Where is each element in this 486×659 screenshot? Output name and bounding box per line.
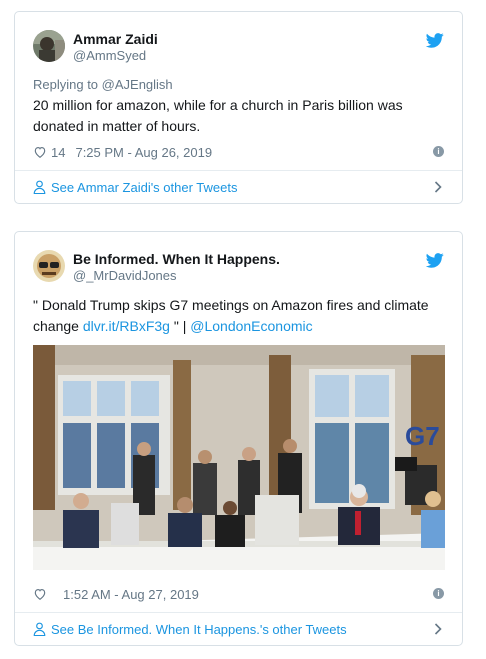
heart-icon[interactable] bbox=[33, 587, 47, 601]
photo-scene: G7 bbox=[33, 345, 445, 570]
like-count[interactable]: 14 bbox=[51, 145, 65, 160]
chevron-right-icon[interactable] bbox=[434, 623, 442, 635]
tweet-meta: 1:52 AM - Aug 27, 2019 i bbox=[33, 585, 444, 603]
tweet-text: 20 million for amazon, while for a churc… bbox=[33, 97, 403, 134]
avatar[interactable] bbox=[33, 250, 65, 282]
other-tweets-label[interactable]: See Be Informed. When It Happens.'s othe… bbox=[51, 622, 347, 637]
tweet-card-1: Ammar Zaidi @AmmSyed Replying to @AJEngl… bbox=[14, 11, 463, 204]
heart-icon[interactable] bbox=[33, 145, 47, 159]
person-icon bbox=[33, 622, 46, 636]
other-tweets-label[interactable]: See Ammar Zaidi's other Tweets bbox=[51, 180, 238, 195]
avatar-image bbox=[33, 30, 65, 62]
tweet-card-2: Be Informed. When It Happens. @_MrDavidJ… bbox=[14, 231, 463, 646]
replying-to-link[interactable]: @AJEnglish bbox=[102, 77, 173, 92]
replying-prefix: Replying to bbox=[33, 77, 102, 92]
timestamp[interactable]: 1:52 AM - Aug 27, 2019 bbox=[63, 587, 199, 602]
author-handle[interactable]: @_MrDavidJones bbox=[73, 268, 177, 283]
info-icon[interactable]: i bbox=[433, 146, 444, 157]
timestamp[interactable]: 7:25 PM - Aug 26, 2019 bbox=[75, 145, 212, 160]
short-link[interactable]: dlvr.it/RBxF3g bbox=[83, 318, 170, 334]
mention-link[interactable]: @LondonEconomic bbox=[190, 318, 312, 334]
tweet-meta: 14 7:25 PM - Aug 26, 2019 i bbox=[33, 143, 444, 161]
tweet-text: " Donald Trump skips G7 meetings on Amaz… bbox=[33, 295, 444, 337]
info-icon[interactable]: i bbox=[433, 588, 444, 599]
avatar[interactable] bbox=[33, 30, 65, 62]
author-name[interactable]: Be Informed. When It Happens. bbox=[73, 251, 280, 267]
other-tweets-link[interactable]: See Be Informed. When It Happens.'s othe… bbox=[33, 619, 444, 639]
author-name[interactable]: Ammar Zaidi bbox=[73, 31, 158, 47]
divider bbox=[15, 612, 462, 613]
photo-sign-text: G7 bbox=[405, 421, 440, 451]
twitter-bird-icon[interactable] bbox=[426, 253, 444, 268]
twitter-bird-icon[interactable] bbox=[426, 33, 444, 48]
chevron-right-icon[interactable] bbox=[434, 181, 442, 193]
replying-to: Replying to @AJEnglish bbox=[33, 77, 173, 92]
tweet-text-mid: " | bbox=[169, 318, 191, 334]
divider bbox=[15, 170, 462, 171]
author-handle[interactable]: @AmmSyed bbox=[73, 48, 146, 63]
tweet-photo[interactable]: G7 bbox=[33, 345, 445, 570]
avatar-image bbox=[33, 250, 65, 282]
person-icon bbox=[33, 180, 46, 194]
other-tweets-link[interactable]: See Ammar Zaidi's other Tweets bbox=[33, 177, 444, 197]
